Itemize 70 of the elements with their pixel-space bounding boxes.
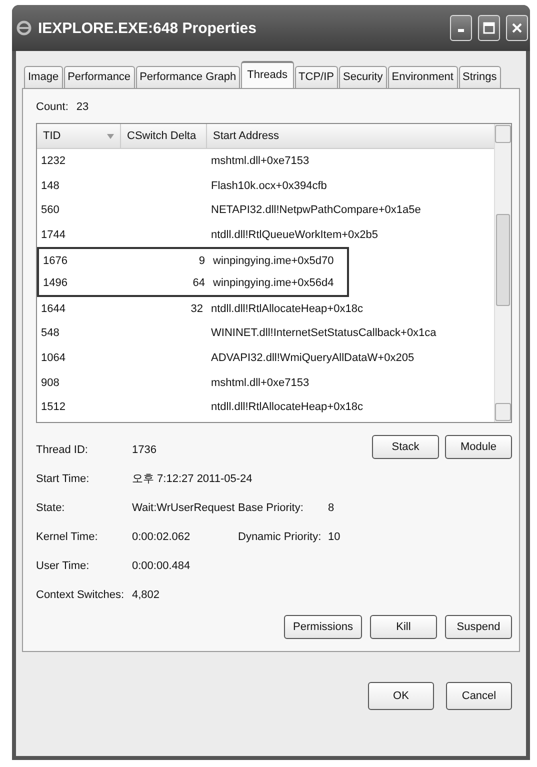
tab[interactable]: Performance (64, 66, 135, 88)
field-value: 0:00:00.484 (132, 558, 192, 574)
field-value: Wait:WrUserRequest (132, 500, 236, 516)
table-cell-text: 548 (40, 327, 60, 340)
tab[interactable]: Environment (388, 66, 458, 88)
field-value: 8 (328, 502, 334, 514)
table-cell-text: mshtml.dll+0xe7153 (210, 376, 310, 389)
tab[interactable]: Threads (241, 61, 294, 89)
table-cell-text: winpingying.ime+0x5d70 (212, 254, 335, 267)
tab[interactable]: Performance Graph (136, 66, 240, 88)
maximize-button[interactable] (478, 15, 500, 41)
table-cell-text: WININET.dll!InternetSetStatusCallback+0x1ca (210, 327, 438, 340)
table-cell-text: ntdll.dll!RtlAllocateHeap+0x18c (210, 302, 364, 315)
field-label: User Time: (36, 560, 90, 572)
action-button[interactable]: Module (445, 435, 512, 459)
table-cell-text: 560 (40, 204, 60, 216)
field-value: 10 (328, 530, 340, 542)
close-button[interactable] (506, 15, 528, 41)
field-label: Context Switches: (36, 588, 126, 600)
table-cell-text: Flash10k.ocx+0x394cfb (210, 180, 328, 192)
field-label: Kernel Time: (36, 530, 99, 542)
table-cell-text: 1496 (42, 277, 68, 290)
dialog-button[interactable]: OK (368, 682, 434, 710)
tab[interactable]: TCP/IP (294, 66, 338, 88)
action-button[interactable]: Kill (370, 615, 437, 639)
field-value: 4,802 (132, 588, 161, 602)
column-header[interactable]: CSwitch Delta (121, 124, 207, 148)
table-cell-text: 1512 (40, 401, 66, 414)
table-cell-text: 9 (198, 254, 206, 267)
table-cell-text: 32 (190, 302, 204, 315)
count-value: 23 (76, 101, 89, 113)
table-cell-text: 1644 (40, 302, 66, 315)
table-cell-text: mshtml.dll+0xe7153 (210, 155, 310, 168)
table-cell-text: 148 (40, 180, 60, 192)
table-cell-text: ntdll.dll!RtlAllocateHeap+0x18c (210, 401, 364, 414)
field-label: Base Priority: (238, 502, 304, 514)
tab[interactable]: Strings (458, 66, 501, 88)
table-cell-text: NETAPI32.dll!NetpwPathCompare+0x1a5e (210, 204, 422, 216)
dialog-button[interactable]: Cancel (446, 682, 512, 710)
table-cell-text: 1744 (40, 229, 66, 242)
window-title: IEXPLORE.EXE:648 Properties (38, 20, 258, 36)
table-cell-text: 1232 (40, 155, 66, 168)
field-value: 1736 (132, 442, 158, 458)
maximize-icon (483, 22, 495, 34)
field-label: Start Time: (36, 472, 90, 484)
column-header[interactable]: TID (37, 124, 121, 148)
field-value: 오후 7:12:27 2011-05-24 (132, 472, 252, 486)
table-cell-text: 908 (40, 376, 60, 389)
field-value: 0:00:02.062 (132, 530, 192, 544)
browser-icon (16, 20, 32, 36)
field-label: State: (36, 502, 66, 514)
action-button[interactable]: Permissions (284, 615, 362, 639)
action-button[interactable]: Suspend (445, 615, 512, 639)
scrollbar[interactable] (494, 124, 511, 422)
minimize-button[interactable] (450, 15, 472, 41)
table-cell-text: 64 (192, 277, 206, 290)
table-cell-text: 1676 (42, 254, 68, 267)
tab[interactable]: Security (338, 66, 387, 88)
table-cell-text: winpingying.ime+0x56d4 (212, 277, 335, 290)
column-header[interactable]: Start Address (207, 124, 494, 148)
sort-icon (107, 134, 114, 138)
field-label: Thread ID: (36, 444, 89, 456)
field-label: Dynamic Priority: (238, 530, 322, 542)
close-icon (511, 22, 523, 34)
table-cell-text: ADVAPI32.dll!WmiQueryAllDataW+0x205 (210, 352, 416, 364)
count-label: Count: (36, 101, 68, 113)
action-button[interactable]: Stack (372, 435, 439, 459)
tab[interactable]: Image (24, 66, 63, 88)
table-cell-text: 1064 (40, 352, 66, 364)
table-cell-text: ntdll.dll!RtlQueueWorkItem+0x2b5 (210, 229, 380, 242)
